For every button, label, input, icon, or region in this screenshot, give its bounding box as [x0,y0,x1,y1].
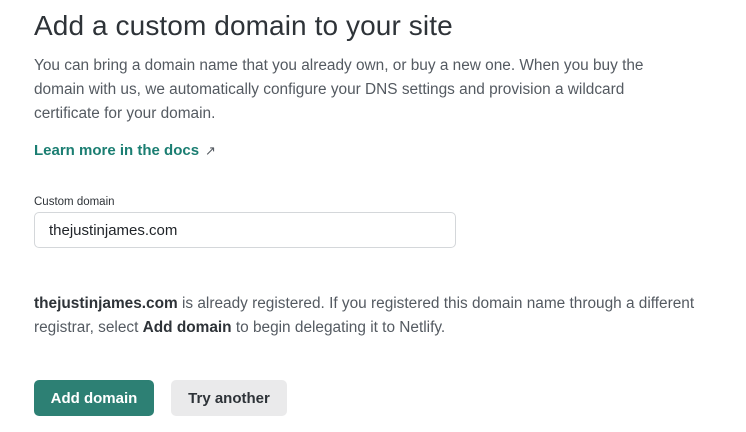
external-arrow-icon: ↗ [205,143,216,158]
custom-domain-label: Custom domain [34,196,115,208]
notice-domain-name: thejustinjames.com [34,295,178,312]
custom-domain-input[interactable] [34,212,456,248]
notice-text-2: to begin delegating it to Netlify. [231,319,446,336]
domain-registered-notice: thejustinjames.com is already registered… [34,292,734,340]
notice-action-name: Add domain [142,319,232,336]
add-domain-button[interactable]: Add domain [34,380,154,416]
page-title: Add a custom domain to your site [34,10,453,41]
learn-more-docs-link[interactable]: Learn more in the docs ↗ [34,142,216,159]
page-description: You can bring a domain name that you alr… [34,57,644,122]
docs-link-label: Learn more in the docs [34,142,200,159]
try-another-button[interactable]: Try another [171,380,287,416]
